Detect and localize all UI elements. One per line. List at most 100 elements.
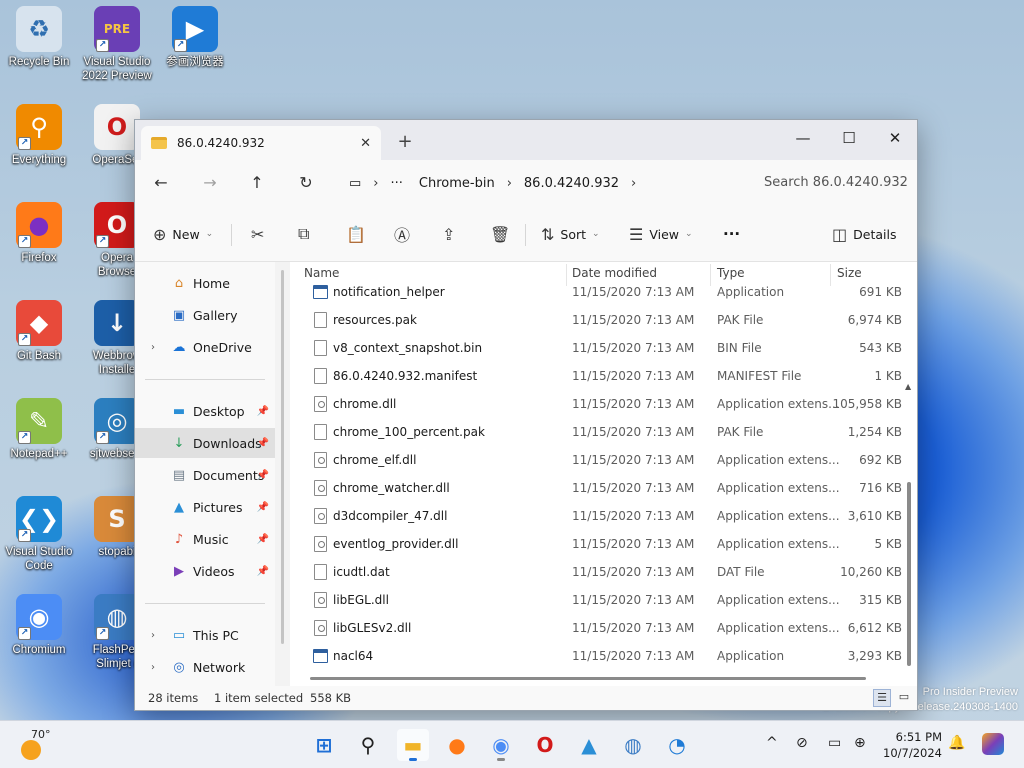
nav-item-documents[interactable]: ▤ Documents 📌 xyxy=(135,460,275,490)
dll-file-icon xyxy=(314,452,327,468)
breadcrumb-chrome-bin[interactable]: Chrome-bin xyxy=(411,176,503,191)
details-button[interactable]: ◫ Details xyxy=(832,220,896,248)
file-row[interactable]: nacl64 11/15/2020 7:13 AM Application 3,293… xyxy=(290,642,902,670)
chevron-right-icon[interactable]: › xyxy=(627,176,640,191)
file-row[interactable]: icudtl.dat 11/15/2020 7:13 AM DAT File 10,2… xyxy=(290,558,902,586)
refresh-button[interactable]: ↻ xyxy=(292,169,320,197)
clock[interactable]: 6:51 PM 10/7/2024 xyxy=(880,729,942,761)
chevron-right-icon[interactable]: › xyxy=(503,176,516,191)
nav-item-desktop[interactable]: ▬ Desktop 📌 xyxy=(135,396,275,426)
desktop-icon[interactable]: ✎ ↗ Notepad++ xyxy=(0,398,78,461)
new-tab-button[interactable]: + xyxy=(397,131,413,152)
scroll-up-arrow-icon[interactable]: ▲ xyxy=(905,382,911,391)
close-button[interactable]: ✕ xyxy=(872,124,918,152)
rename-button[interactable]: Ⓐ xyxy=(394,220,416,248)
share-button[interactable]: ⇪ xyxy=(442,220,461,248)
see-more-button[interactable]: ··· xyxy=(723,220,740,248)
expand-chevron-icon[interactable]: › xyxy=(145,342,161,353)
taskbar-chromium[interactable]: ◉ xyxy=(485,729,517,761)
file-row[interactable]: chrome_100_percent.pak 11/15/2020 7:13 AM… xyxy=(290,418,902,446)
desktop-icon[interactable]: ▶ ↗ 参画浏览器 xyxy=(156,6,234,69)
taskbar-search-button[interactable]: ⚲ xyxy=(352,729,384,761)
file-row[interactable]: v8_context_snapshot.bin 11/15/2020 7:13 A… xyxy=(290,334,902,362)
file-row[interactable]: d3dcompiler_47.dll 11/15/2020 7:13 AM Appl… xyxy=(290,502,902,530)
taskbar-file-explorer[interactable]: ▬ xyxy=(397,729,429,761)
nav-item-downloads[interactable]: ↓ Downloads 📌 xyxy=(135,428,275,458)
file-row[interactable]: resources.pak 11/15/2020 7:13 AM PAK File 6… xyxy=(290,306,902,334)
taskbar-photos[interactable]: ▲ xyxy=(573,729,605,761)
details-view-toggle[interactable]: ☰ xyxy=(873,689,891,707)
language-icon[interactable]: ⊕ xyxy=(854,735,866,751)
file-name: d3dcompiler_47.dll xyxy=(333,509,448,523)
chevron-right-icon[interactable]: › xyxy=(369,176,382,191)
taskbar-edge-like-browser[interactable]: ◔ xyxy=(661,729,693,761)
taskbar-opera[interactable]: O xyxy=(529,729,561,761)
file-row[interactable]: notification_helper 11/15/2020 7:13 AM App… xyxy=(290,278,902,306)
shortcut-arrow-icon: ↗ xyxy=(96,39,109,52)
tiles-view-toggle[interactable]: ▭ xyxy=(895,689,913,707)
taskbar-globe-browser[interactable]: ◍ xyxy=(617,729,649,761)
expand-chevron-icon[interactable]: › xyxy=(145,630,161,641)
chevron-down-icon: ⌄ xyxy=(592,229,600,239)
file-type: Application extens... xyxy=(717,537,840,551)
taskbar-firefox[interactable]: ● xyxy=(441,729,473,761)
new-button[interactable]: ⊕ New ⌄ xyxy=(153,220,213,248)
tab-close-icon[interactable]: ✕ xyxy=(360,136,371,151)
nav-item-pictures[interactable]: ▲ Pictures 📌 xyxy=(135,492,275,522)
nav-item-music[interactable]: ♪ Music 📌 xyxy=(135,524,275,554)
file-name: notification_helper xyxy=(333,285,445,299)
expand-chevron-icon[interactable]: › xyxy=(145,662,161,673)
network-icon[interactable]: ⊘ xyxy=(796,735,808,751)
nav-item-network[interactable]: › ◎ Network xyxy=(135,652,275,682)
desktop-icon[interactable]: PRE ↗ Visual Studio 2022 Preview xyxy=(78,6,156,83)
nav-item-gallery[interactable]: ▣ Gallery xyxy=(135,300,275,330)
file-row[interactable]: 86.0.4240.932.manifest 11/15/2020 7:13 AM… xyxy=(290,362,902,390)
nav-item-onedrive[interactable]: › ☁ OneDrive xyxy=(135,332,275,362)
view-button[interactable]: ☰ View ⌄ xyxy=(629,220,693,248)
notification-bell-icon[interactable]: 🔔 xyxy=(948,735,965,751)
up-button[interactable]: ↑ xyxy=(243,169,271,197)
desktop-icon[interactable]: ⚲ ↗ Everything xyxy=(0,104,78,167)
desktop-icon[interactable]: ◆ ↗ Git Bash xyxy=(0,300,78,363)
forward-button[interactable]: → xyxy=(196,169,224,197)
copy-button[interactable]: ⧉ xyxy=(298,220,315,248)
breadcrumb-overflow[interactable]: ··· xyxy=(383,176,411,191)
cut-button[interactable]: ✂ xyxy=(251,220,270,248)
maximize-button[interactable]: ☐ xyxy=(826,124,872,152)
delete-button[interactable]: 🗑 xyxy=(490,220,516,248)
taskbar-start-button[interactable]: ⊞ xyxy=(308,729,340,761)
divider xyxy=(525,224,526,246)
paste-button[interactable]: 📋 xyxy=(346,220,372,248)
horizontal-scrollbar-thumb[interactable] xyxy=(310,677,866,680)
minimize-button[interactable]: — xyxy=(780,124,826,152)
weather-widget[interactable]: 70° xyxy=(18,728,58,764)
monitor-icon[interactable]: ▭ xyxy=(341,176,369,191)
nav-pane-scrollbar[interactable] xyxy=(281,270,284,644)
desktop-icon[interactable]: ♻ Recycle Bin xyxy=(0,6,78,69)
display-icon[interactable]: ▭ xyxy=(828,735,841,751)
file-row[interactable]: chrome_elf.dll 11/15/2020 7:13 AM Applicat… xyxy=(290,446,902,474)
nav-item-label: Videos xyxy=(193,563,235,579)
file-row[interactable]: chrome.dll 11/15/2020 7:13 AM Application … xyxy=(290,390,902,418)
file-list-scrollbar[interactable]: ▲ xyxy=(905,382,913,682)
show-hidden-icons-chevron-icon[interactable]: ^ xyxy=(766,735,778,751)
desktop-icon[interactable]: ● ↗ Firefox xyxy=(0,202,78,265)
scrollbar-thumb[interactable] xyxy=(907,482,911,666)
copilot-icon[interactable] xyxy=(982,733,1004,755)
breadcrumb-current[interactable]: 86.0.4240.932 xyxy=(516,176,627,191)
file-row[interactable]: libEGL.dll 11/15/2020 7:13 AM Application … xyxy=(290,586,902,614)
nav-item-videos[interactable]: ▶ Videos 📌 xyxy=(135,556,275,586)
file-row[interactable]: chrome_watcher.dll 11/15/2020 7:13 AM Appl… xyxy=(290,474,902,502)
nav-item-this-pc[interactable]: › ▭ This PC xyxy=(135,620,275,650)
file-type: PAK File xyxy=(717,425,764,439)
address-bar[interactable]: ▭ › ··· Chrome-bin › 86.0.4240.932 › xyxy=(341,166,735,200)
tab-current-folder[interactable]: 86.0.4240.932 ✕ xyxy=(141,126,381,160)
back-button[interactable]: ← xyxy=(147,169,175,197)
desktop-icon[interactable]: ❮❯ ↗ Visual Studio Code xyxy=(0,496,78,573)
sort-button[interactable]: ⇅ Sort ⌄ xyxy=(541,220,600,248)
nav-item-home[interactable]: ⌂ Home xyxy=(135,268,275,298)
desktop-icon[interactable]: ◉ ↗ Chromium xyxy=(0,594,78,657)
file-row[interactable]: libGLESv2.dll 11/15/2020 7:13 AM Applicati… xyxy=(290,614,902,642)
file-row[interactable]: eventlog_provider.dll 11/15/2020 7:13 AM A… xyxy=(290,530,902,558)
search-input[interactable]: Search 86.0.4240.932 xyxy=(747,166,913,200)
